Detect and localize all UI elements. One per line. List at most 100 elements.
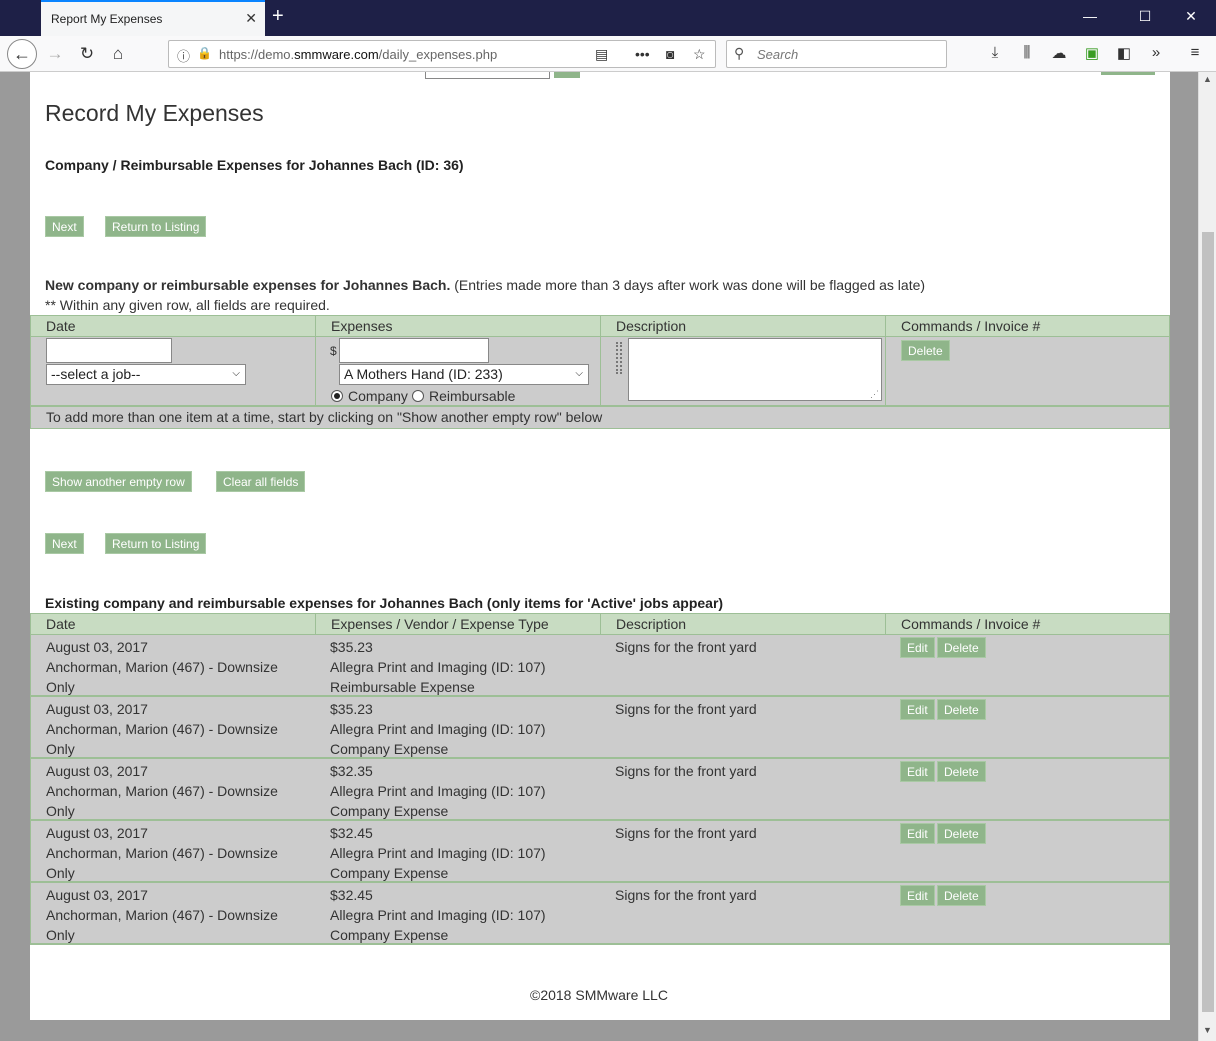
minimize-icon[interactable]: — [1080, 8, 1100, 24]
row-date-job: August 03, 2017 Anchorman, Marion (467) -… [46, 887, 278, 943]
sync-icon[interactable]: ☁ [1048, 44, 1070, 62]
row-date-job: August 03, 2017 Anchorman, Marion (467) -… [46, 701, 278, 757]
sidebar-icon[interactable]: ◧ [1113, 44, 1135, 62]
row-description: Signs for the front yard [615, 763, 757, 779]
existing-expenses-heading: Existing company and reimbursable expens… [45, 595, 724, 611]
column-divider [885, 316, 886, 336]
pocket-icon[interactable]: ◙ [666, 46, 674, 62]
menu-icon[interactable]: ≡ [1184, 44, 1206, 61]
more-actions-icon[interactable]: ••• [635, 46, 650, 62]
table-row: August 03, 2017 Anchorman, Marion (467) -… [30, 697, 1170, 759]
close-icon[interactable]: ✕ [245, 10, 257, 27]
library-icon[interactable]: ⫼ [1016, 44, 1038, 61]
drag-handle-icon[interactable] [616, 342, 622, 374]
home-icon[interactable]: ⌂ [105, 42, 131, 66]
header-commands: Commands / Invoice # [901, 318, 1041, 334]
date-input[interactable] [46, 338, 172, 363]
browser-navbar: ← → ↻ ⌂ ⓘ 🔒 https://demo.smmware.com/dai… [0, 36, 1216, 72]
tab-title: Report My Expenses [51, 12, 163, 26]
delete-button[interactable]: Delete [937, 823, 986, 844]
add-items-hint: To add more than one item at a time, sta… [46, 409, 603, 425]
window-close-icon[interactable]: ✕ [1181, 8, 1201, 25]
overflow-icon[interactable]: » [1145, 44, 1167, 61]
company-radio[interactable] [331, 390, 343, 402]
new-expenses-heading: New company or reimbursable expenses for… [45, 277, 926, 293]
header-date: Date [46, 318, 76, 334]
edit-button[interactable]: Edit [900, 885, 935, 906]
column-divider [885, 614, 886, 634]
column-divider [600, 614, 601, 634]
vendor-select-value: A Mothers Hand (ID: 233) [344, 366, 503, 382]
vertical-scrollbar[interactable]: ▲ ▼ [1198, 72, 1216, 1041]
footer-copyright: ©2018 SMMware LLC [530, 987, 668, 1003]
new-tab-icon[interactable]: + [272, 5, 284, 28]
header-commands: Commands / Invoice # [901, 616, 1041, 632]
delete-new-row-button[interactable]: Delete [901, 340, 950, 361]
row-description: Signs for the front yard [615, 887, 757, 903]
column-divider [885, 337, 886, 405]
company-radio-label: Company [348, 388, 408, 404]
chevron-down-icon: ⌵ [232, 368, 240, 379]
extension-icon[interactable]: ▣ [1081, 44, 1103, 62]
page-subtitle: Company / Reimbursable Expenses for Joha… [45, 157, 464, 173]
table-row: August 03, 2017 Anchorman, Marion (467) -… [30, 759, 1170, 821]
vendor-select[interactable]: A Mothers Hand (ID: 233) ⌵ [339, 364, 589, 385]
header-description: Description [616, 318, 687, 334]
row-description: Signs for the front yard [615, 701, 757, 717]
top-partial-button[interactable] [554, 72, 580, 78]
column-divider [315, 614, 316, 634]
next-button-bottom[interactable]: Next [45, 533, 84, 554]
top-partial-input[interactable] [425, 72, 550, 79]
delete-button[interactable]: Delete [937, 761, 986, 782]
delete-button[interactable]: Delete [937, 637, 986, 658]
back-icon[interactable]: ← [7, 39, 37, 69]
bookmark-star-icon[interactable]: ☆ [693, 46, 706, 63]
row-description: Signs for the front yard [615, 825, 757, 841]
edit-button[interactable]: Edit [900, 699, 935, 720]
forward-icon[interactable]: → [42, 42, 68, 66]
add-items-hint-row: To add more than one item at a time, sta… [30, 407, 1170, 429]
delete-button[interactable]: Delete [937, 699, 986, 720]
return-to-listing-button-bottom[interactable]: Return to Listing [105, 533, 207, 554]
required-note: ** Within any given row, all fields are … [45, 297, 330, 313]
new-entry-row: --select a job-- ⌵ $ A Mothers Hand (ID: … [30, 337, 1170, 407]
show-another-empty-row-button[interactable]: Show another empty row [45, 471, 192, 492]
row-expense-details: $35.23 Allegra Print and Imaging (ID: 107… [330, 639, 546, 695]
edit-button[interactable]: Edit [900, 823, 935, 844]
next-button-top[interactable]: Next [45, 216, 84, 237]
job-select-value: --select a job-- [51, 366, 141, 382]
maximize-icon[interactable]: ☐ [1135, 8, 1155, 25]
browser-tab[interactable]: Report My Expenses ✕ [41, 0, 265, 36]
top-right-partial-button[interactable] [1101, 72, 1155, 75]
clear-all-fields-button[interactable]: Clear all fields [216, 471, 306, 492]
reload-icon[interactable]: ↻ [74, 42, 100, 66]
header-date: Date [46, 616, 76, 632]
row-date-job: August 03, 2017 Anchorman, Marion (467) -… [46, 825, 278, 881]
new-entry-header: Date Expenses Description Commands / Inv… [30, 315, 1170, 337]
amount-input[interactable] [339, 338, 489, 363]
description-textarea[interactable]: ⋰ [628, 338, 882, 401]
scrollbar-thumb[interactable] [1202, 232, 1214, 1012]
chevron-down-icon: ⌵ [575, 368, 583, 379]
header-expenses: Expenses [331, 318, 393, 334]
info-icon[interactable]: ⓘ [177, 46, 190, 65]
row-expense-details: $32.45 Allegra Print and Imaging (ID: 107… [330, 825, 546, 881]
search-bar[interactable]: ⚲ Search [726, 40, 947, 68]
return-to-listing-button-top[interactable]: Return to Listing [105, 216, 207, 237]
edit-button[interactable]: Edit [900, 761, 935, 782]
resize-grip-icon[interactable]: ⋰ [870, 389, 879, 400]
scroll-down-icon[interactable]: ▼ [1203, 1025, 1212, 1035]
download-icon[interactable]: ⤓ [984, 44, 1006, 61]
scroll-up-icon[interactable]: ▲ [1203, 74, 1212, 84]
page-content: Record My Expenses Company / Reimbursabl… [30, 72, 1170, 1020]
row-description: Signs for the front yard [615, 639, 757, 655]
edit-button[interactable]: Edit [900, 637, 935, 658]
search-placeholder: Search [757, 47, 799, 62]
column-divider [600, 316, 601, 336]
delete-button[interactable]: Delete [937, 885, 986, 906]
reimbursable-radio[interactable] [412, 390, 424, 402]
url-bar[interactable]: ⓘ 🔒 https://demo.smmware.com/daily_expen… [168, 40, 716, 68]
job-select[interactable]: --select a job-- ⌵ [46, 364, 246, 385]
header-description: Description [616, 616, 687, 632]
reader-view-icon[interactable]: ▤ [595, 46, 608, 63]
